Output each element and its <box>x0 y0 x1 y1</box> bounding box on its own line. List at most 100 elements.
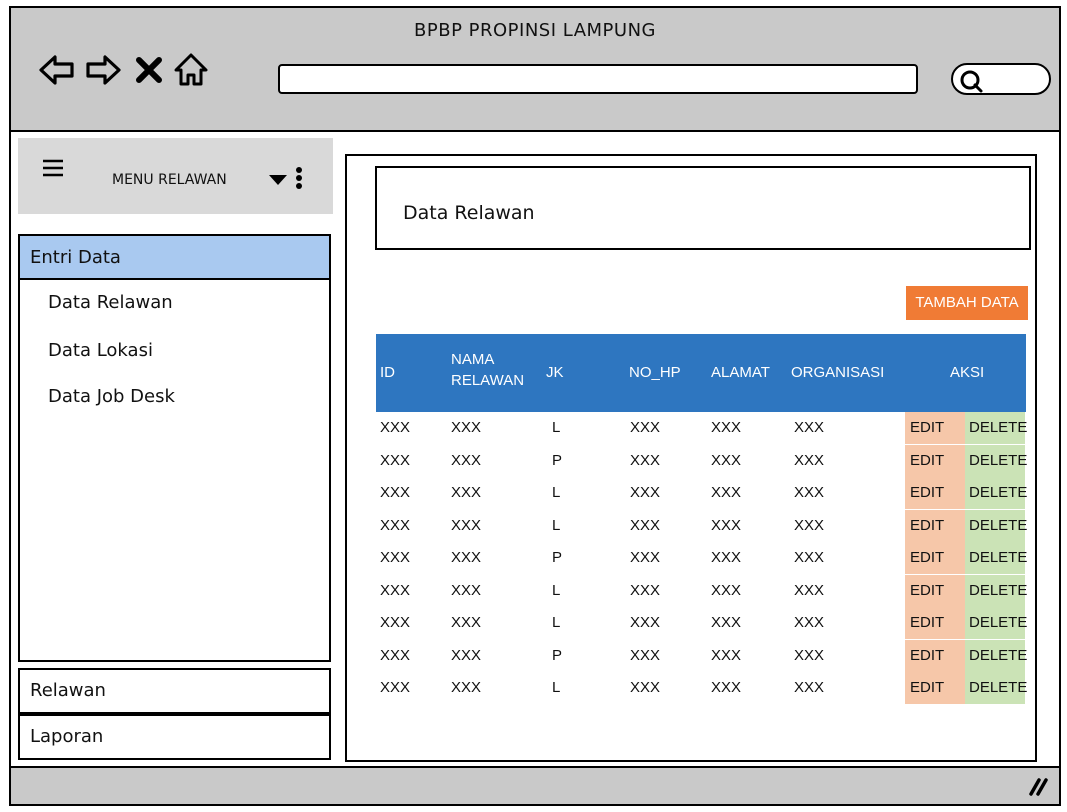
delete-button[interactable]: DELETE <box>965 444 1027 477</box>
sidebar-section-entri-data[interactable]: Entri Data <box>20 236 329 280</box>
edit-label: EDIT <box>910 419 945 436</box>
cell-no-hp: XXX <box>630 581 661 599</box>
cell-alamat: XXX <box>711 451 742 469</box>
cell-alamat: XXX <box>711 581 742 599</box>
delete-label: DELETE <box>969 581 1028 599</box>
delete-label: DELETE <box>969 679 1028 696</box>
column-header-id: ID <box>380 364 395 381</box>
delete-button[interactable]: DELETE <box>965 509 1028 542</box>
delete-button[interactable]: DELETE <box>965 412 1028 444</box>
cell-id: XXX <box>380 516 411 534</box>
browser-toolbar: BPBP PROPINSI LAMPUNG <box>11 8 1059 132</box>
cell-nama-relawan: XXX <box>451 581 482 599</box>
cell-no-hp: XXX <box>630 484 661 501</box>
menu-title: MENU RELAWAN <box>112 172 227 188</box>
cell-id: XXX <box>380 679 411 696</box>
delete-label: DELETE <box>969 419 1028 436</box>
sidebar-section-laporan[interactable]: Laporan <box>18 714 331 760</box>
delete-button[interactable]: DELETE <box>965 477 1028 509</box>
delete-label: DELETE <box>969 484 1028 501</box>
edit-label: EDIT <box>910 679 945 696</box>
cell-jk: L <box>552 679 561 696</box>
cell-organisasi: XXX <box>794 679 825 696</box>
edit-label: EDIT <box>910 581 945 599</box>
cell-organisasi: XXX <box>794 646 825 664</box>
cell-alamat: XXX <box>711 614 742 631</box>
cell-id: XXX <box>380 419 411 436</box>
cell-nama-relawan: XXX <box>451 484 482 501</box>
edit-button[interactable]: EDIT <box>905 672 965 704</box>
column-header-nama-relawan: NAMA RELAWAN <box>451 351 525 389</box>
edit-label: EDIT <box>910 484 945 501</box>
column-header-jk: JK <box>546 364 564 381</box>
back-arrow-icon[interactable] <box>37 50 77 90</box>
close-icon[interactable] <box>129 50 169 90</box>
edit-label: EDIT <box>910 516 945 534</box>
edit-button[interactable]: EDIT <box>905 574 965 607</box>
sidebar-item-data-job-desk[interactable]: Data Job Desk <box>48 386 175 407</box>
cell-no-hp: XXX <box>630 614 661 631</box>
url-input[interactable] <box>278 64 918 94</box>
cell-id: XXX <box>380 581 411 599</box>
cell-no-hp: XXX <box>630 549 661 566</box>
edit-label: EDIT <box>910 451 945 469</box>
delete-button[interactable]: DELETE <box>965 672 1028 704</box>
cell-organisasi: XXX <box>794 614 825 631</box>
edit-button[interactable]: EDIT <box>905 412 965 444</box>
edit-button[interactable]: EDIT <box>905 639 965 672</box>
hamburger-menu-icon[interactable] <box>42 158 64 178</box>
cell-jk: L <box>552 581 561 599</box>
forward-arrow-icon[interactable] <box>83 50 123 90</box>
edit-button[interactable]: EDIT <box>905 542 965 574</box>
table-row: XXX XXX L XXX XXX XXX EDIT DELETE <box>376 607 1027 639</box>
home-icon[interactable] <box>171 50 211 90</box>
cell-nama-relawan: XXX <box>451 549 482 566</box>
edit-label: EDIT <box>910 646 945 664</box>
resize-grip-icon[interactable] <box>1027 776 1049 796</box>
table-header: ID NAMA RELAWAN JK NO_HP ALAMAT ORGANISA… <box>376 334 1026 412</box>
column-header-organisasi: ORGANISASI <box>791 364 885 381</box>
sidebar-section-relawan[interactable]: Relawan <box>18 668 331 714</box>
column-header-aksi: AKSI <box>950 364 985 381</box>
edit-button[interactable]: EDIT <box>905 444 965 477</box>
table-row: XXX XXX L XXX XXX XXX EDIT DELETE <box>376 477 1028 509</box>
cell-nama-relawan: XXX <box>451 419 482 436</box>
window-title: BPBP PROPINSI LAMPUNG <box>414 20 656 41</box>
delete-button[interactable]: DELETE <box>965 574 1028 607</box>
table-row: XXX XXX P XXX XXX XXX EDIT DELETE <box>376 444 1027 477</box>
cell-no-hp: XXX <box>630 679 661 696</box>
cell-jk: L <box>552 484 561 501</box>
table-row: XXX XXX L XXX XXX XXX EDIT DELETE <box>376 412 1028 444</box>
table-row: XXX XXX P XXX XXX XXX EDIT DELETE <box>376 542 1027 574</box>
cell-jk: P <box>552 549 563 566</box>
cell-jk: L <box>552 419 561 436</box>
table-row: XXX XXX L XXX XXX XXX EDIT DELETE <box>376 574 1028 607</box>
caret-down-icon[interactable] <box>269 174 287 186</box>
table-row: XXX XXX L XXX XXX XXX EDIT DELETE <box>376 672 1028 704</box>
add-data-button[interactable]: TAMBAH DATA <box>906 286 1028 320</box>
cell-alamat: XXX <box>711 679 742 696</box>
edit-button[interactable]: EDIT <box>905 509 965 542</box>
search-icon <box>960 70 983 93</box>
delete-label: DELETE <box>969 516 1028 534</box>
cell-organisasi: XXX <box>794 516 825 534</box>
sidebar-item-data-lokasi[interactable]: Data Lokasi <box>48 340 153 361</box>
cell-nama-relawan: XXX <box>451 646 482 664</box>
cell-organisasi: XXX <box>794 419 825 436</box>
cell-alamat: XXX <box>711 419 742 436</box>
page-title: Data Relawan <box>403 202 535 224</box>
kebab-menu-icon[interactable] <box>295 166 303 190</box>
main-content: Data Relawan TAMBAH DATA ID NAMA RELAWAN… <box>345 154 1037 762</box>
edit-button[interactable]: EDIT <box>905 607 965 639</box>
edit-button[interactable]: EDIT <box>905 477 965 509</box>
delete-button[interactable]: DELETE <box>965 639 1027 672</box>
cell-jk: L <box>552 516 561 534</box>
sidebar-item-data-relawan[interactable]: Data Relawan <box>48 292 173 313</box>
search-box[interactable] <box>951 63 1051 95</box>
delete-button[interactable]: DELETE <box>965 542 1027 574</box>
column-header-alamat: ALAMAT <box>711 364 770 381</box>
cell-nama-relawan: XXX <box>451 679 482 696</box>
table-row: XXX XXX L XXX XXX XXX EDIT DELETE <box>376 509 1028 542</box>
cell-no-hp: XXX <box>630 516 661 534</box>
delete-button[interactable]: DELETE <box>965 607 1027 639</box>
